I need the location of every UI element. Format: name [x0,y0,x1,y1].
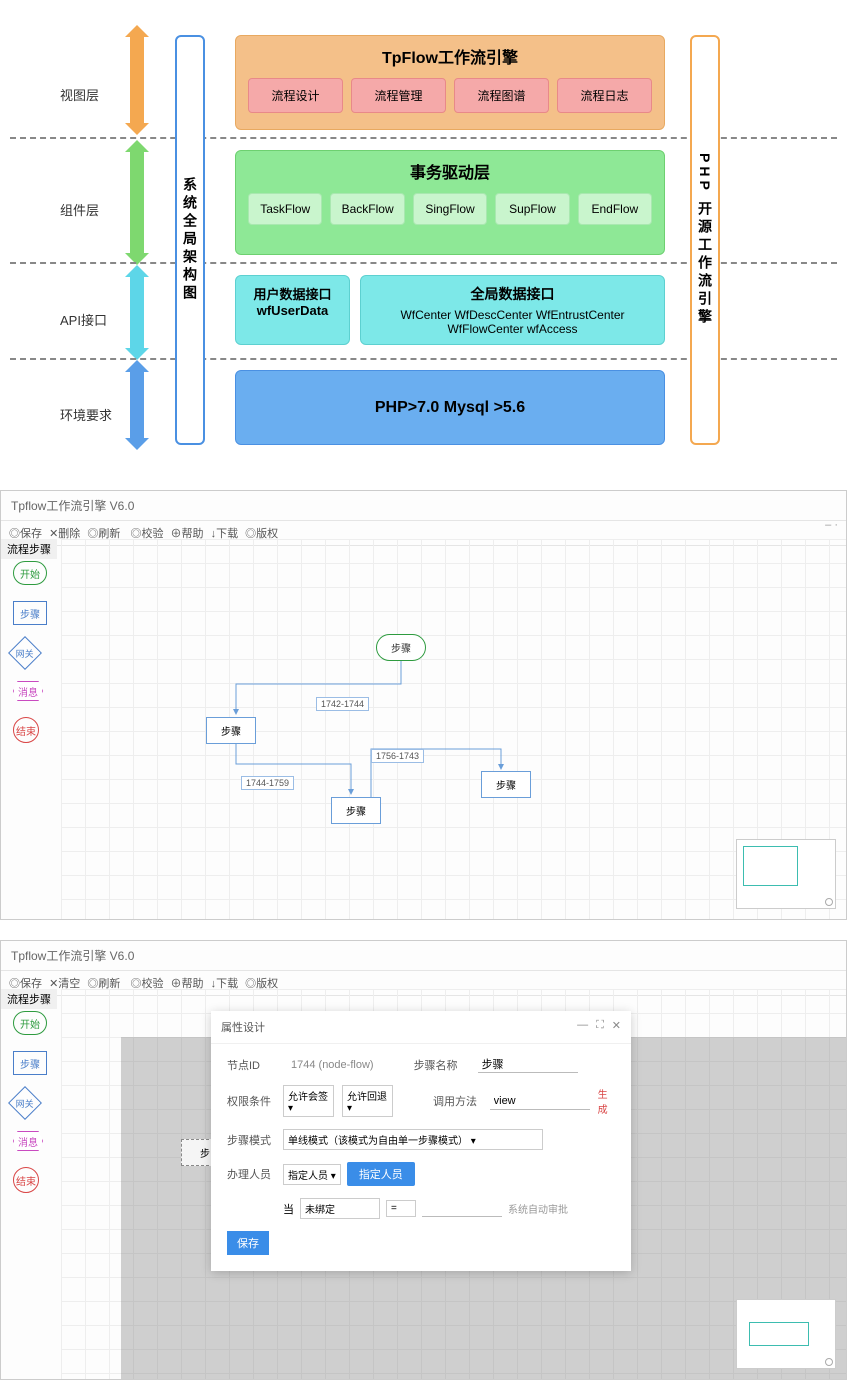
palette-step[interactable]: 步骤 [13,1051,47,1075]
side-title-left: 系统全局架构图 [175,35,205,445]
palette: 开始 步骤 网关 消息 结束 [13,561,47,743]
toolbar-right[interactable]: – · [825,519,838,531]
label-mode: 步骤模式 [227,1132,283,1148]
value-node-id: 1744 (node-flow) [291,1059,374,1071]
api-row: 用户数据接口 wfUserData 全局数据接口 WfCenter WfDesc… [235,275,665,345]
save-button[interactable]: 保存 [227,1231,269,1255]
driver-item: SingFlow [413,193,487,225]
driver-item: BackFlow [330,193,404,225]
engine-box: TpFlow工作流引擎 流程设计 流程管理 流程图谱 流程日志 [235,35,665,130]
select-auth2[interactable]: 允许回退 ▾ [342,1085,393,1117]
flow-editor: Tpflow工作流引擎 V6.0 ◎保存 ✕删除 ◎刷新 ◎校验 ⊕帮助 ↓下载… [0,490,847,920]
palette-message[interactable]: 消息 [13,1131,43,1151]
api-user-box: 用户数据接口 wfUserData [235,275,350,345]
select-mode[interactable]: 单线模式（该模式为自由单一步骤模式） ▾ [283,1129,543,1150]
driver-box: 事务驱动层 TaskFlow BackFlow SingFlow SupFlow… [235,150,665,255]
layer-label-component: 组件层 [60,200,99,219]
modal-body: 节点ID 1744 (node-flow) 步骤名称 权限条件 允许会签 ▾ 允… [211,1044,631,1267]
palette: 开始 步骤 网关 消息 结束 [13,1011,47,1193]
engine-item: 流程日志 [557,78,652,113]
edge-label[interactable]: 1742-1744 [316,697,369,711]
edges [61,539,846,919]
palette-message[interactable]: 消息 [13,681,43,701]
driver-item: TaskFlow [248,193,322,225]
label-node-id: 节点ID [227,1057,283,1073]
layer-label-env: 环境要求 [60,405,112,424]
close-icon[interactable]: ✕ [612,1019,621,1035]
side-title-right: PHP 开源工作流引擎 [690,35,720,445]
arrow-view [130,35,144,125]
driver-item: EndFlow [578,193,652,225]
engine-item: 流程图谱 [454,78,549,113]
editor-title: Tpflow工作流引擎 V6.0 [1,941,846,971]
env-box: PHP>7.0 Mysql >5.6 [235,370,665,445]
select-field[interactable]: 未绑定 [300,1198,380,1219]
palette-end[interactable]: 结束 [13,717,39,743]
label-when: 当 [283,1201,294,1217]
property-modal: 属性设计 — ⛶ ✕ 节点ID 1744 (node-flow) 步骤名称 [211,1011,631,1271]
assign-button[interactable]: 指定人员 [347,1162,415,1186]
palette-step[interactable]: 步骤 [13,601,47,625]
canvas[interactable]: 步骤 步骤 步骤 步骤 1742-1744 1744-1759 1756-174… [61,539,846,919]
palette-gateway[interactable]: 网关 [8,1086,42,1120]
edge-label[interactable]: 1756-1743 [371,749,424,763]
layer-label-api: API接口 [60,310,107,329]
flow-editor-modal: Tpflow工作流引擎 V6.0 ◎保存 ✕清空 ◎刷新 ◎校验 ⊕帮助 ↓下载… [0,940,847,1380]
minimap-viewport[interactable] [749,1322,809,1346]
architecture-diagram: 视图层 组件层 API接口 环境要求 系统全局架构图 PHP 开源工作流引擎 T… [10,20,837,440]
layer-label-view: 视图层 [60,85,99,104]
engine-item: 流程管理 [351,78,446,113]
api-global-box: 全局数据接口 WfCenter WfDescCenter WfEntrustCe… [360,275,665,345]
driver-title: 事务驱动层 [248,159,652,183]
node-step3[interactable]: 步骤 [481,771,531,798]
maximize-icon[interactable]: ⛶ [596,1019,604,1035]
arrow-env [130,370,144,440]
engine-title: TpFlow工作流引擎 [248,44,652,68]
modal-header: 属性设计 — ⛶ ✕ [211,1011,631,1044]
select-auth1[interactable]: 允许会签 ▾ [283,1085,334,1117]
arrow-component [130,150,144,255]
input-cond-value[interactable] [422,1200,502,1217]
palette-start[interactable]: 开始 [13,1011,47,1035]
palette-start[interactable]: 开始 [13,561,47,585]
arrow-api [130,275,144,350]
palette-gateway[interactable]: 网关 [8,636,42,670]
palette-end[interactable]: 结束 [13,1167,39,1193]
minimap-viewport[interactable] [743,846,798,886]
hint-auto: 系统自动审批 [508,1201,568,1216]
label-method: 调用方法 [433,1093,482,1109]
input-step-name[interactable] [478,1056,578,1073]
node-step2[interactable]: 步骤 [331,797,381,824]
select-handler[interactable]: 指定人员 ▾ [283,1164,341,1185]
minimap[interactable] [736,839,836,909]
minimap-handle-icon[interactable] [825,1358,833,1366]
edge-label[interactable]: 1744-1759 [241,776,294,790]
minimize-icon[interactable]: — [577,1019,588,1035]
select-op[interactable]: = [386,1200,416,1217]
engine-item: 流程设计 [248,78,343,113]
link-generate[interactable]: 生成 [598,1086,615,1116]
minimap[interactable] [736,1299,836,1369]
label-auth: 权限条件 [227,1093,275,1109]
palette-title: 流程步骤 [1,539,57,559]
palette-title: 流程步骤 [1,989,57,1009]
modal-title: 属性设计 [221,1019,265,1035]
editor-title: Tpflow工作流引擎 V6.0 [1,491,846,521]
input-method[interactable] [490,1093,590,1110]
node-start[interactable]: 步骤 [376,634,426,661]
minimap-handle-icon[interactable] [825,898,833,906]
label-handler: 办理人员 [227,1166,283,1182]
node-step1[interactable]: 步骤 [206,717,256,744]
driver-item: SupFlow [495,193,569,225]
label-step-name: 步骤名称 [414,1057,470,1073]
